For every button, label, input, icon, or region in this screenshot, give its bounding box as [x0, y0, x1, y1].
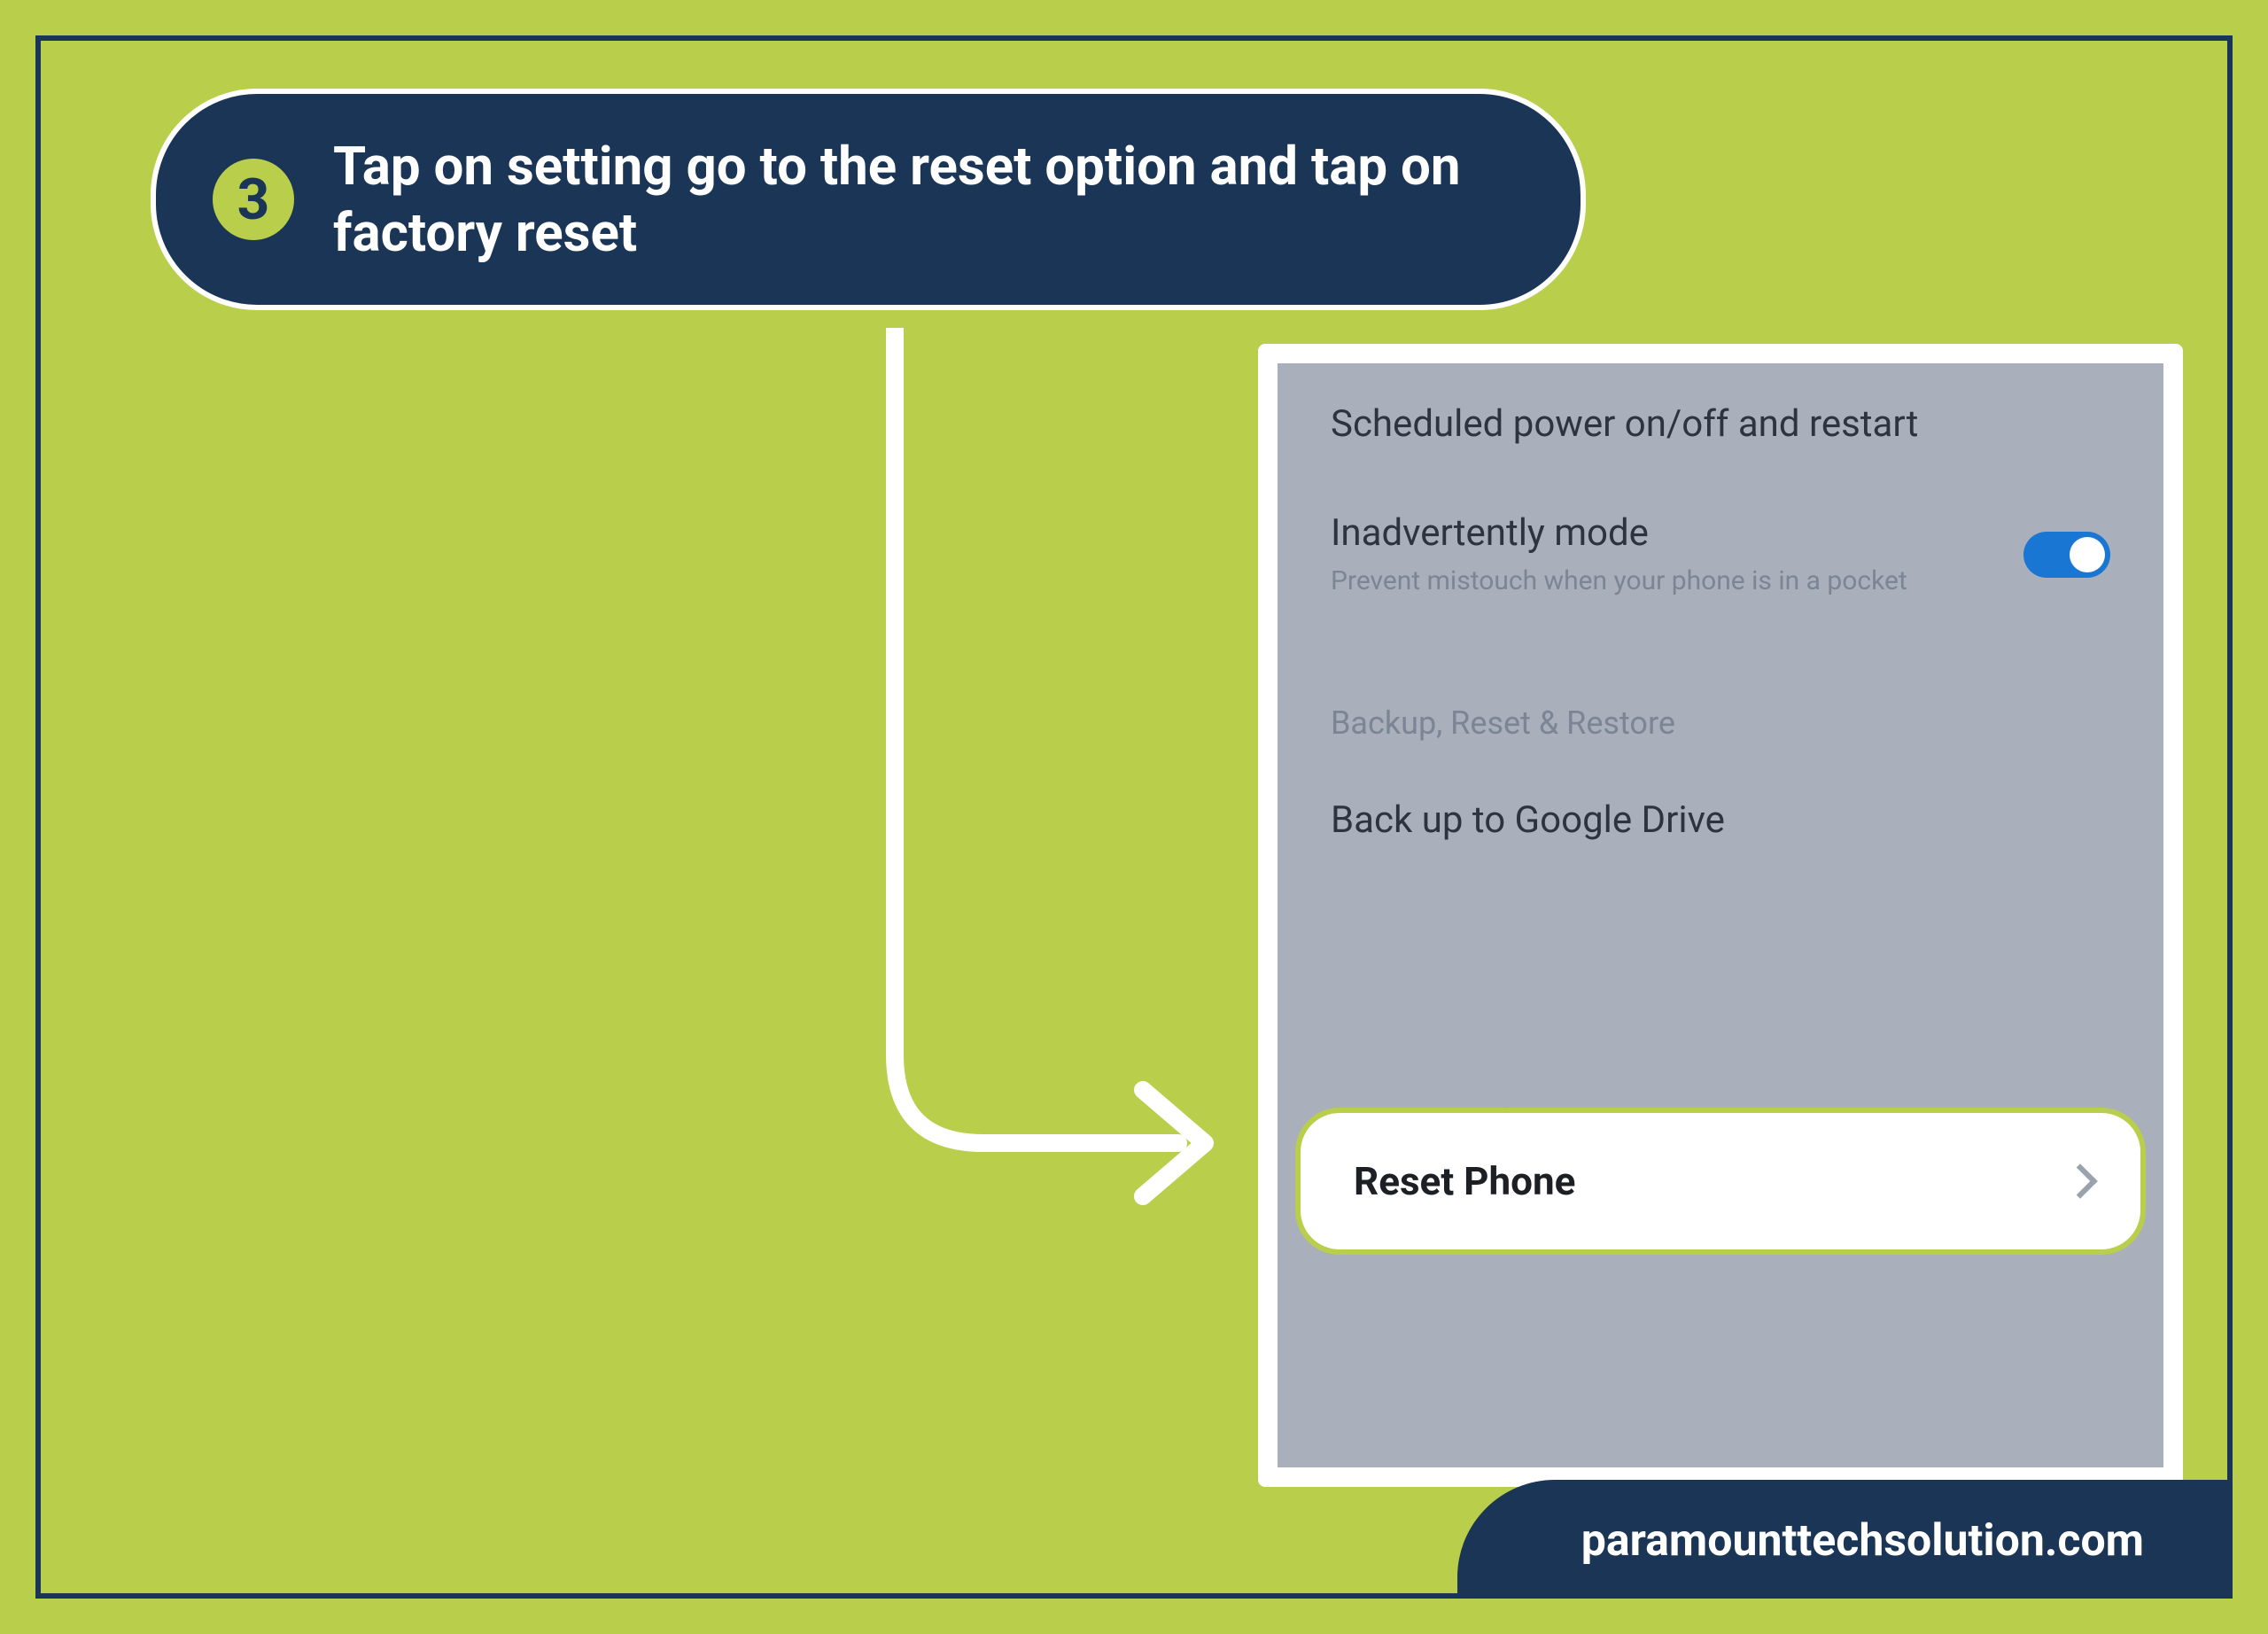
setting-row-scheduled-power[interactable]: Scheduled power on/off and restart: [1278, 363, 2163, 485]
setting-label: Inadvertently mode: [1331, 511, 1997, 555]
footer-site-label: paramounttechsolution.com: [1457, 1480, 2233, 1599]
setting-label: Scheduled power on/off and restart: [1331, 402, 2084, 446]
setting-row-backup-google-drive[interactable]: Back up to Google Drive: [1278, 759, 2163, 881]
phone-screenshot-frame: Scheduled power on/off and restart Inadv…: [1258, 344, 2183, 1487]
setting-row-reset-phone[interactable]: Reset Phone: [1295, 1108, 2146, 1255]
setting-label: Reset Phone: [1354, 1158, 1575, 1204]
phone-settings-screen: Scheduled power on/off and restart Inadv…: [1278, 363, 2163, 1467]
toggle-switch-on[interactable]: [2023, 532, 2110, 578]
setting-row-inadvertently-mode[interactable]: Inadvertently mode Prevent mistouch when…: [1278, 485, 2163, 634]
step-instruction-text: Tap on setting go to the reset option an…: [333, 133, 1501, 266]
setting-label: Back up to Google Drive: [1331, 798, 2084, 842]
section-header-backup: Backup, Reset & Restore: [1278, 660, 2163, 759]
setting-subtitle: Prevent mistouch when your phone is in a…: [1331, 564, 1997, 598]
step-number-badge: 3: [213, 159, 294, 240]
step-instruction-pill: 3 Tap on setting go to the reset option …: [151, 89, 1586, 310]
chevron-right-icon: [2062, 1163, 2098, 1199]
